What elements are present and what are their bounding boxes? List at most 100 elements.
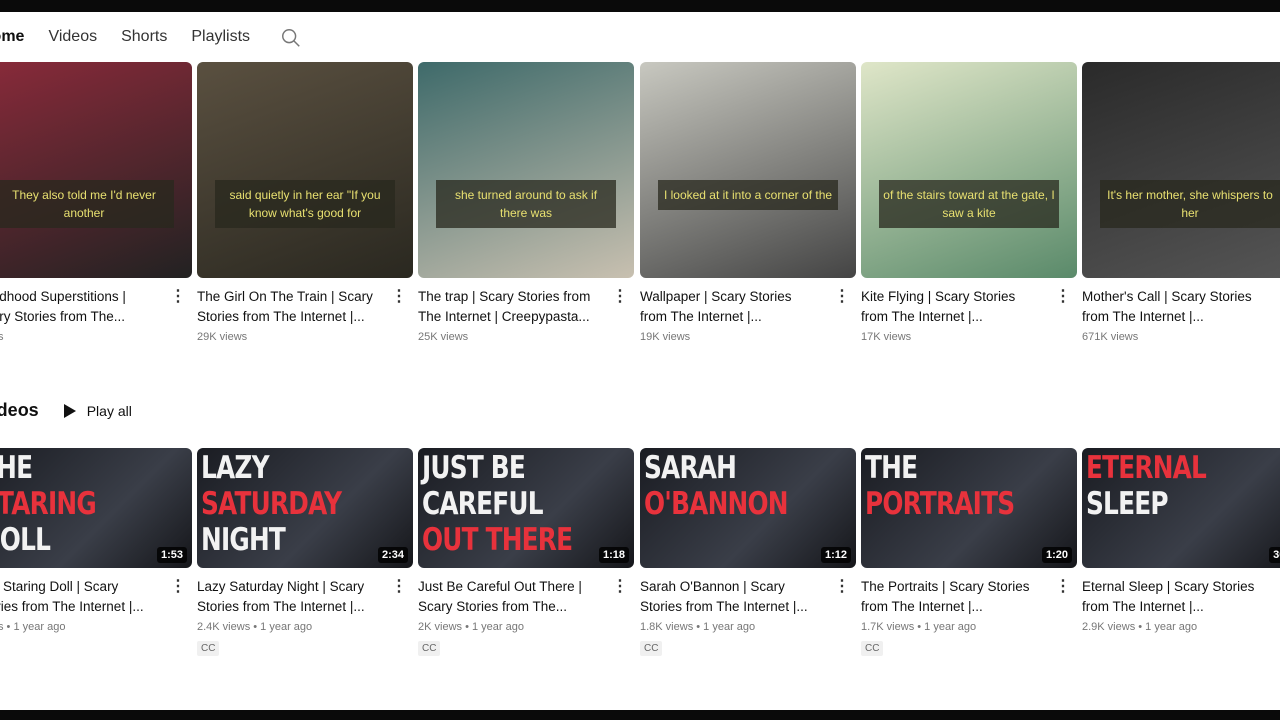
video-thumbnail[interactable]: ETERNALSLEEP 30: (1082, 448, 1280, 568)
video-title[interactable]: Kite Flying | Scary Stories from The Int… (861, 287, 1041, 327)
video-views: 671K views (1082, 331, 1139, 343)
thumbnail-title-art: THE PORTRAITS (865, 450, 1015, 522)
more-options-icon[interactable]: ⋮ (1055, 576, 1071, 596)
video-title[interactable]: Childhood Superstitions | Scary Stories … (0, 287, 156, 327)
more-options-icon[interactable]: ⋮ (834, 576, 850, 596)
video-title[interactable]: The trap | Scary Stories from The Intern… (418, 287, 598, 327)
thumbnail-title-art: SARAH O'BANNON (644, 450, 789, 522)
thumbnail-caption: said quietly in her ear "If you know wha… (215, 180, 395, 228)
video-card[interactable]: said quietly in her ear "If you know wha… (197, 62, 413, 343)
video-title[interactable]: The Staring Doll | Scary Stories from Th… (0, 577, 156, 617)
video-views: views (0, 331, 4, 343)
bottom-bar (0, 710, 1280, 720)
cc-badge: CC (418, 641, 441, 656)
more-options-icon[interactable]: ⋮ (834, 286, 850, 306)
video-meta: 2.4K views • 1 year ago (197, 621, 313, 633)
thumbnail-caption: It's her mother, she whispers to her (1100, 180, 1280, 228)
video-duration: 2:34 (377, 547, 408, 563)
more-options-icon[interactable]: ⋮ (170, 576, 186, 596)
video-duration: 1:12 (820, 547, 851, 563)
tab-videos[interactable]: Videos (48, 28, 97, 46)
video-card[interactable]: LAZY SATURDAY NIGHT 2:34 Lazy Saturday Night… (197, 448, 413, 656)
video-duration: 1:18 (598, 547, 629, 563)
video-thumbnail[interactable]: said quietly in her ear "If you know wha… (197, 62, 413, 278)
video-card[interactable]: THESTARINGDOLL 1:53The Staring Doll | Sca… (0, 448, 192, 633)
play-icon (63, 403, 76, 418)
thumbnail-caption: she turned around to ask if there was (436, 180, 616, 228)
thumbnail-caption: I looked at it into a corner of the (658, 180, 838, 210)
video-meta: views • 1 year ago (0, 621, 66, 633)
tab-home[interactable]: Home (0, 28, 24, 46)
thumbnail-title-art: THESTARINGDOLL (0, 450, 97, 558)
art-line: JUST BE (422, 450, 526, 486)
art-line: O'BANNON (644, 486, 789, 522)
video-thumbnail[interactable]: THE PORTRAITS 1:20 (861, 448, 1077, 568)
section-title: Videos (0, 400, 39, 420)
video-views: 29K views (197, 331, 248, 343)
cc-badge: CC (640, 641, 663, 656)
art-line: SARAH (644, 450, 737, 486)
art-line: CAREFUL (422, 486, 544, 522)
video-title[interactable]: Eternal Sleep | Scary Stories from The I… (1082, 577, 1262, 617)
video-views: 19K views (640, 331, 691, 343)
channel-tabs: Home Videos Shorts Playlists (0, 24, 300, 50)
videos-section-header: Videos Play all (0, 400, 132, 421)
video-card[interactable]: They also told me I'd never another Child… (0, 62, 192, 343)
more-options-icon[interactable]: ⋮ (1276, 286, 1280, 306)
search-icon[interactable] (280, 27, 300, 47)
thumbnail-title-art: ETERNAL SLEEP (1086, 450, 1207, 522)
video-thumbnail[interactable]: They also told me I'd never another (0, 62, 192, 278)
video-meta: 1.7K views • 1 year ago (861, 621, 977, 633)
video-title[interactable]: Mother's Call | Scary Stories from The I… (1082, 287, 1262, 327)
art-line: STARING (0, 486, 97, 522)
video-title[interactable]: Just Be Careful Out There | Scary Storie… (418, 577, 598, 617)
top-bar (0, 0, 1280, 12)
more-options-icon[interactable]: ⋮ (391, 576, 407, 596)
art-line: SLEEP (1086, 486, 1169, 522)
play-all-button[interactable]: Play all (63, 403, 132, 419)
play-all-label: Play all (86, 402, 132, 419)
video-card[interactable]: JUST BE CAREFUL OUT THERE 1:18 Just Be Caref… (418, 448, 634, 656)
video-title[interactable]: Wallpaper | Scary Stories from The Inter… (640, 287, 820, 327)
thumbnail-caption: of the stairs toward at the gate, I saw … (879, 180, 1059, 228)
more-options-icon[interactable]: ⋮ (1276, 576, 1280, 596)
video-title[interactable]: Sarah O'Bannon | Scary Stories from The … (640, 577, 820, 617)
tab-playlists[interactable]: Playlists (191, 28, 250, 46)
video-meta: 1.8K views • 1 year ago (640, 621, 756, 633)
video-thumbnail[interactable]: she turned around to ask if there was (418, 62, 634, 278)
video-meta: 2.9K views • 1 year ago (1082, 621, 1198, 633)
art-line: THE (0, 450, 33, 486)
video-title[interactable]: The Portraits | Scary Stories from The I… (861, 577, 1041, 617)
video-title[interactable]: The Girl On The Train | Scary Stories fr… (197, 287, 377, 327)
video-thumbnail[interactable]: JUST BE CAREFUL OUT THERE 1:18 (418, 448, 634, 568)
video-thumbnail[interactable]: It's her mother, she whispers to her (1082, 62, 1280, 278)
video-card[interactable]: I looked at it into a corner of the Wallp… (640, 62, 856, 343)
video-duration: 1:53 (156, 547, 187, 563)
thumbnail-title-art: LAZY SATURDAY NIGHT (201, 450, 342, 558)
video-thumbnail[interactable]: of the stairs toward at the gate, I saw … (861, 62, 1077, 278)
video-card[interactable]: of the stairs toward at the gate, I saw … (861, 62, 1077, 343)
more-options-icon[interactable]: ⋮ (170, 286, 186, 306)
video-thumbnail[interactable]: SARAH O'BANNON 1:12 (640, 448, 856, 568)
video-card[interactable]: ETERNALSLEEP 30: Eternal Sleep | Scary Sto… (1082, 448, 1280, 633)
art-line: NIGHT (201, 522, 286, 558)
cc-badge: CC (861, 641, 884, 656)
video-thumbnail[interactable]: LAZY SATURDAY NIGHT 2:34 (197, 448, 413, 568)
more-options-icon[interactable]: ⋮ (1055, 286, 1071, 306)
video-thumbnail[interactable]: I looked at it into a corner of the (640, 62, 856, 278)
more-options-icon[interactable]: ⋮ (391, 286, 407, 306)
tab-shorts[interactable]: Shorts (121, 28, 167, 46)
video-duration: 1:20 (1041, 547, 1072, 563)
video-title[interactable]: Lazy Saturday Night | Scary Stories from… (197, 577, 377, 617)
video-card[interactable]: SARAH O'BANNON 1:12 Sarah O'Bannon | Scary … (640, 448, 856, 656)
video-card[interactable]: she turned around to ask if there was The… (418, 62, 634, 343)
art-line: DOLL (0, 522, 51, 558)
more-options-icon[interactable]: ⋮ (612, 576, 628, 596)
video-card[interactable]: THE PORTRAITS 1:20 The Portraits | Scary St… (861, 448, 1077, 656)
art-line: SATURDAY (201, 486, 342, 522)
art-line: PORTRAITS (865, 486, 1015, 522)
video-card[interactable]: It's her mother, she whispers to her Moth… (1082, 62, 1280, 343)
video-meta: 2K views • 1 year ago (418, 621, 524, 633)
more-options-icon[interactable]: ⋮ (612, 286, 628, 306)
video-thumbnail[interactable]: THESTARINGDOLL 1:53 (0, 448, 192, 568)
